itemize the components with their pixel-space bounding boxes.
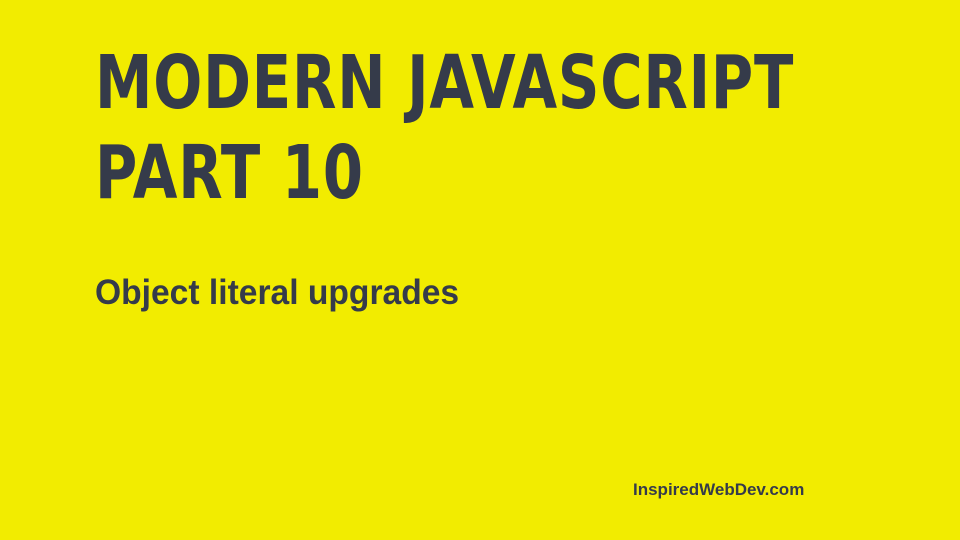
slide: MODERN JAVASCRIPT PART 10 Object literal…: [0, 0, 960, 540]
footer-site-name: InspiredWebDev.com: [633, 480, 805, 499]
title-line-2: PART 10: [95, 130, 364, 216]
title-line-1: MODERN JAVASCRIPT: [95, 40, 795, 126]
slide-title: MODERN JAVASCRIPT PART 10: [95, 38, 793, 218]
slide-subtitle: Object literal upgrades: [95, 273, 460, 312]
